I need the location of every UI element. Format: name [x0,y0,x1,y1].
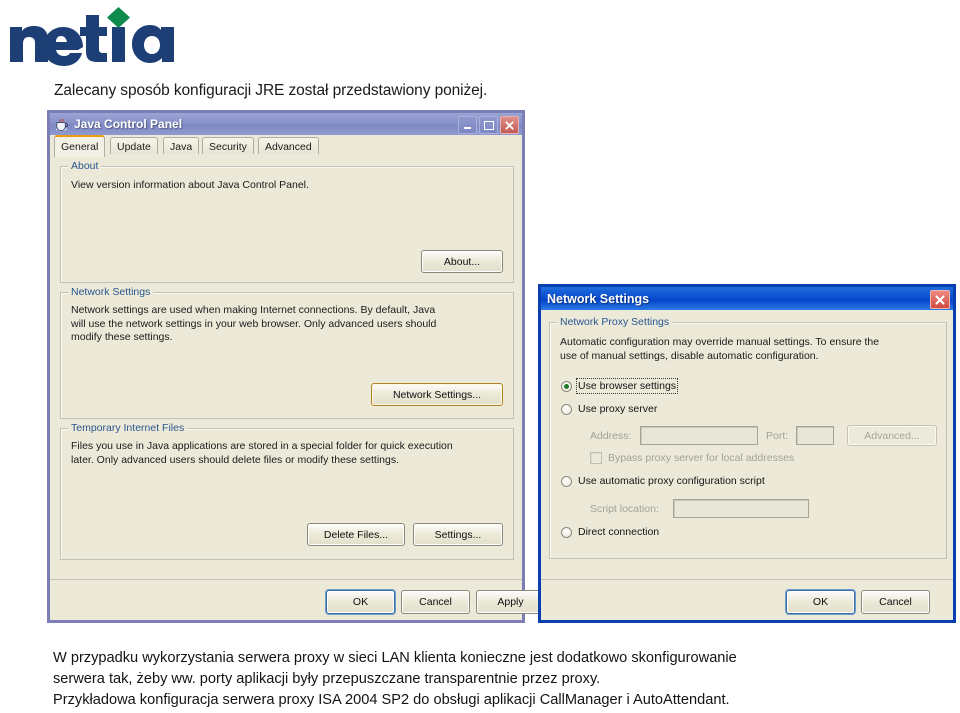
ns-footer-bar: OK Cancel [541,579,953,620]
ns-body: Network Proxy Settings Automatic configu… [541,310,953,620]
ns-ok-button[interactable]: OK [786,590,855,614]
maximize-icon [483,120,494,130]
jcp-titlebar[interactable]: Java Control Panel [50,113,522,135]
radio-indicator-browser-settings [561,380,572,392]
about-description: View version information about Java Cont… [71,179,309,191]
body-line-3: Przykładowa konfiguracja serwera proxy I… [53,692,730,708]
tab-update[interactable]: Update [110,137,158,155]
port-label: Port: [766,430,789,442]
about-button[interactable]: About... [421,250,503,273]
settings-button[interactable]: Settings... [413,523,503,546]
checkbox-label-bypass-proxy: Bypass proxy server for local addresses [608,452,795,464]
netia-diamond-icon [107,7,130,28]
tab-advanced[interactable]: Advanced [258,137,319,155]
close-icon [505,120,514,130]
about-group-title: About [68,160,102,172]
checkbox-bypass-proxy[interactable]: Bypass proxy server for local addresses [590,452,794,464]
script-location-input[interactable] [673,499,809,518]
checkbox-indicator-bypass-proxy [590,452,602,464]
tif-description-line1: Files you use in Java applications are s… [71,440,453,452]
radio-label-use-browser-settings: Use browser settings [575,378,679,394]
network-proxy-settings-group-title: Network Proxy Settings [557,316,673,328]
jcp-cancel-button[interactable]: Cancel [401,590,470,614]
close-button[interactable] [500,116,519,134]
jcp-footer-bar: OK Cancel Apply [50,579,545,620]
radio-indicator-direct-connection [561,526,572,538]
java-control-panel-window: Java Control Panel General Update Java S… [47,110,545,623]
body-paragraph: W przypadku wykorzystania serwera proxy … [53,648,943,711]
network-settings-group: Network Settings Network settings are us… [60,286,514,419]
port-input[interactable] [796,426,834,445]
network-settings-button[interactable]: Network Settings... [371,383,503,406]
intro-heading: Zalecany sposób konfiguracji JRE został … [54,82,488,99]
jcp-apply-button[interactable]: Apply [476,590,545,614]
temporary-internet-files-group-title: Temporary Internet Files [68,422,188,434]
ns-titlebar[interactable]: Network Settings [541,287,953,310]
body-line-2: serwera tak, żeby ww. porty aplikacji by… [53,671,601,687]
delete-files-button[interactable]: Delete Files... [307,523,405,546]
about-group: About View version information about Jav… [60,160,514,283]
advanced-button[interactable]: Advanced... [847,425,937,446]
address-label: Address: [590,430,632,442]
radio-direct-connection[interactable]: Direct connection [561,526,659,538]
tif-description-line2: later. Only advanced users should delete… [71,453,400,466]
maximize-button[interactable] [479,116,498,134]
jcp-body: About View version information about Jav… [50,154,545,620]
network-proxy-settings-group: Network Proxy Settings Automatic configu… [549,316,947,559]
ns-cancel-button[interactable]: Cancel [861,590,930,614]
tab-java[interactable]: Java [163,137,200,155]
network-settings-description-line3: modify these settings. [71,331,173,343]
radio-use-proxy-server[interactable]: Use proxy server [561,403,657,415]
minimize-icon [464,127,471,129]
network-settings-dialog: Network Settings Network Proxy Settings … [538,284,956,623]
jcp-window-controls [458,116,519,134]
jcp-ok-button[interactable]: OK [326,590,395,614]
minimize-button[interactable] [458,116,477,134]
network-settings-description-line1: Network settings are used when making In… [71,304,436,316]
ns-close-button[interactable] [930,290,950,309]
close-icon [935,294,945,305]
proxy-description-line1: Automatic configuration may override man… [560,336,880,348]
radio-indicator-proxy-server [561,403,572,415]
network-settings-group-title: Network Settings [68,286,154,298]
radio-label-direct-connection: Direct connection [578,526,660,538]
tab-general[interactable]: General [54,135,106,157]
radio-label-use-proxy-server: Use proxy server [578,403,658,415]
body-line-1: W przypadku wykorzystania serwera proxy … [53,650,737,666]
netia-logo-svg [10,7,174,66]
address-input[interactable] [640,426,758,445]
radio-use-browser-settings[interactable]: Use browser settings [561,378,679,394]
radio-label-use-automatic-proxy-script: Use automatic proxy configuration script [578,475,765,487]
network-settings-description-line2: will use the network settings in your we… [71,317,437,330]
temporary-internet-files-group: Temporary Internet Files Files you use i… [60,422,514,560]
java-cup-icon [54,117,69,132]
tab-security[interactable]: Security [202,137,254,155]
jcp-tabstrip: General Update Java Security Advanced [50,135,522,157]
proxy-description-line2: use of manual settings, disable automati… [560,349,819,362]
ns-title-label: Network Settings [547,291,650,306]
radio-indicator-automatic-proxy-script [561,475,572,487]
script-location-label: Script location: [590,503,659,515]
jcp-title-label: Java Control Panel [74,117,183,131]
netia-logo [6,5,181,67]
radio-use-automatic-proxy-script[interactable]: Use automatic proxy configuration script [561,475,765,487]
